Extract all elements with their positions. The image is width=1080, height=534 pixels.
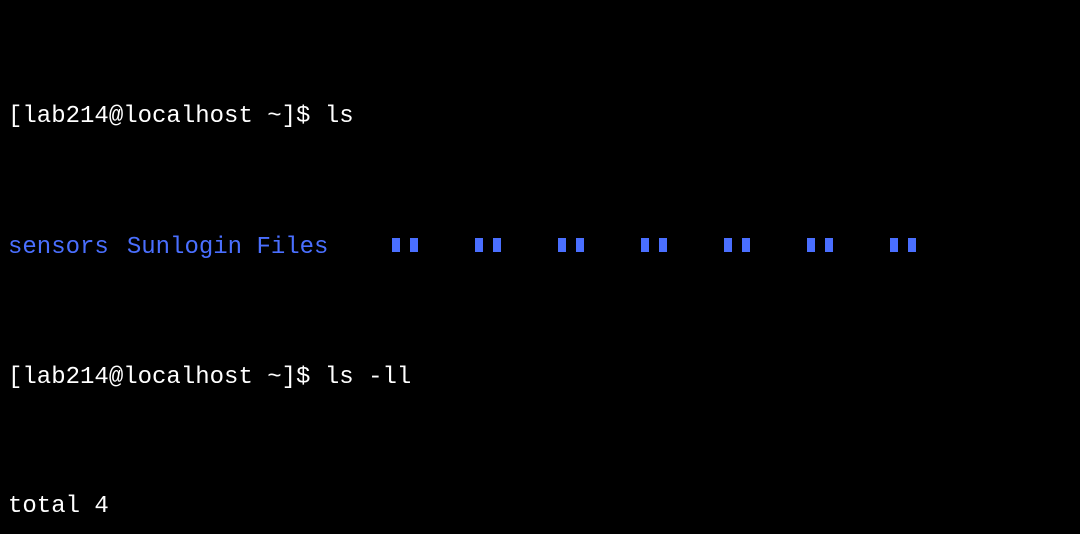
terminal[interactable]: [lab214@localhost ~]$ ls sensors Sunlogin… <box>0 0 1080 534</box>
ls-unknown-entries <box>346 234 927 261</box>
unreadable-glyph-icon <box>724 231 760 263</box>
unreadable-glyph-icon <box>558 231 594 263</box>
unreadable-glyph-icon <box>475 231 511 263</box>
unreadable-glyph-icon <box>641 231 677 263</box>
ls-total-line: total 4 <box>8 491 1072 523</box>
shell-prompt: [lab214@localhost ~]$ <box>8 103 310 130</box>
ls-entry: sensors <box>8 234 109 261</box>
prompt-line-lsll: [lab214@localhost ~]$ ls -ll <box>8 362 1072 394</box>
ls-entry: Sunlogin Files <box>127 234 329 261</box>
command-lsll: ls -ll <box>325 364 411 391</box>
ls-output-short: sensors Sunlogin Files <box>8 231 1072 265</box>
unreadable-glyph-icon <box>890 231 926 263</box>
prompt-line-ls: [lab214@localhost ~]$ ls <box>8 101 1072 133</box>
command-ls: ls <box>325 103 354 130</box>
unreadable-glyph-icon <box>807 231 843 263</box>
shell-prompt: [lab214@localhost ~]$ <box>8 364 310 391</box>
unreadable-glyph-icon <box>392 231 428 263</box>
